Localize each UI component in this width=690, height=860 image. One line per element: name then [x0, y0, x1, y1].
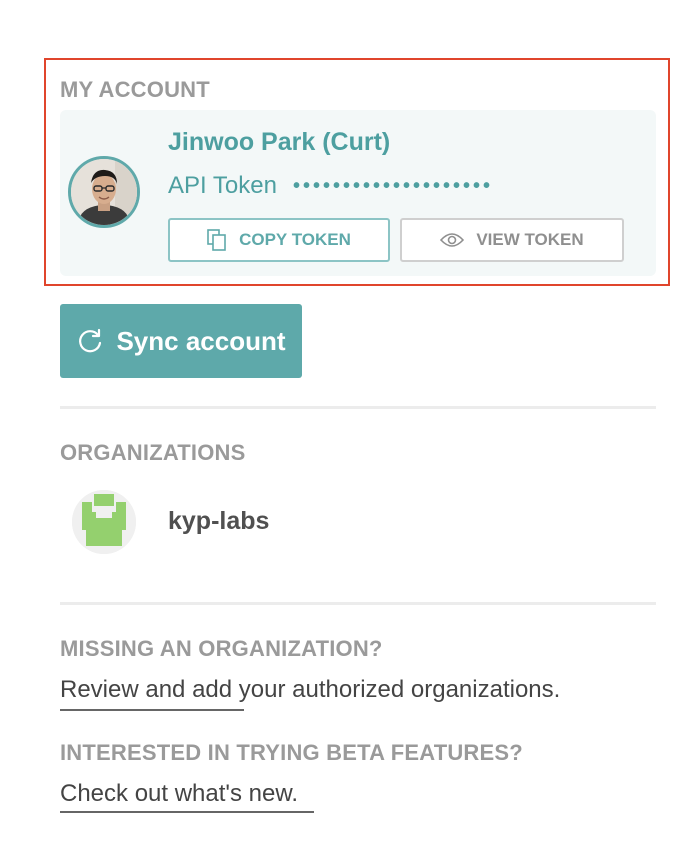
org-name[interactable]: kyp-labs [168, 507, 269, 536]
section-divider [60, 602, 656, 605]
view-token-button[interactable]: VIEW TOKEN [400, 218, 624, 262]
copy-token-label: COPY TOKEN [239, 230, 351, 249]
authorized-organizations-text: your authorized organizations. [232, 676, 561, 703]
missing-organization-text: Review and add your authorized organizat… [60, 676, 560, 704]
eye-icon [440, 232, 465, 248]
review-link-underline [60, 709, 244, 711]
my-account-heading: MY ACCOUNT [60, 77, 210, 102]
missing-organization-heading: MISSING AN ORGANIZATION? [60, 636, 383, 661]
sync-account-label: Sync account [116, 325, 286, 356]
sync-account-button[interactable]: Sync account [60, 304, 302, 378]
whats-new-link-underline [60, 811, 314, 813]
copy-token-button[interactable]: COPY TOKEN [168, 218, 390, 262]
view-token-label: VIEW TOKEN [476, 230, 584, 249]
org-avatar [72, 490, 136, 554]
user-photo-icon [71, 159, 137, 225]
api-token-label: API Token [168, 172, 277, 199]
api-token-masked-value: •••••••••••••••••••• [292, 174, 494, 197]
green-pixel-identicon-icon [72, 490, 136, 554]
avatar [68, 156, 140, 228]
refresh-icon [76, 327, 104, 355]
user-name: Jinwoo Park (Curt) [168, 128, 391, 156]
beta-features-heading: INTERESTED IN TRYING BETA FEATURES? [60, 740, 523, 765]
api-token-row: API Token •••••••••••••••••••• [168, 170, 493, 202]
organizations-heading: ORGANIZATIONS [60, 440, 246, 465]
whats-new-link[interactable]: Check out what's new. [60, 780, 298, 808]
copy-icon [207, 229, 227, 251]
review-and-add-link[interactable]: Review and add [60, 676, 232, 703]
section-divider [60, 406, 656, 409]
